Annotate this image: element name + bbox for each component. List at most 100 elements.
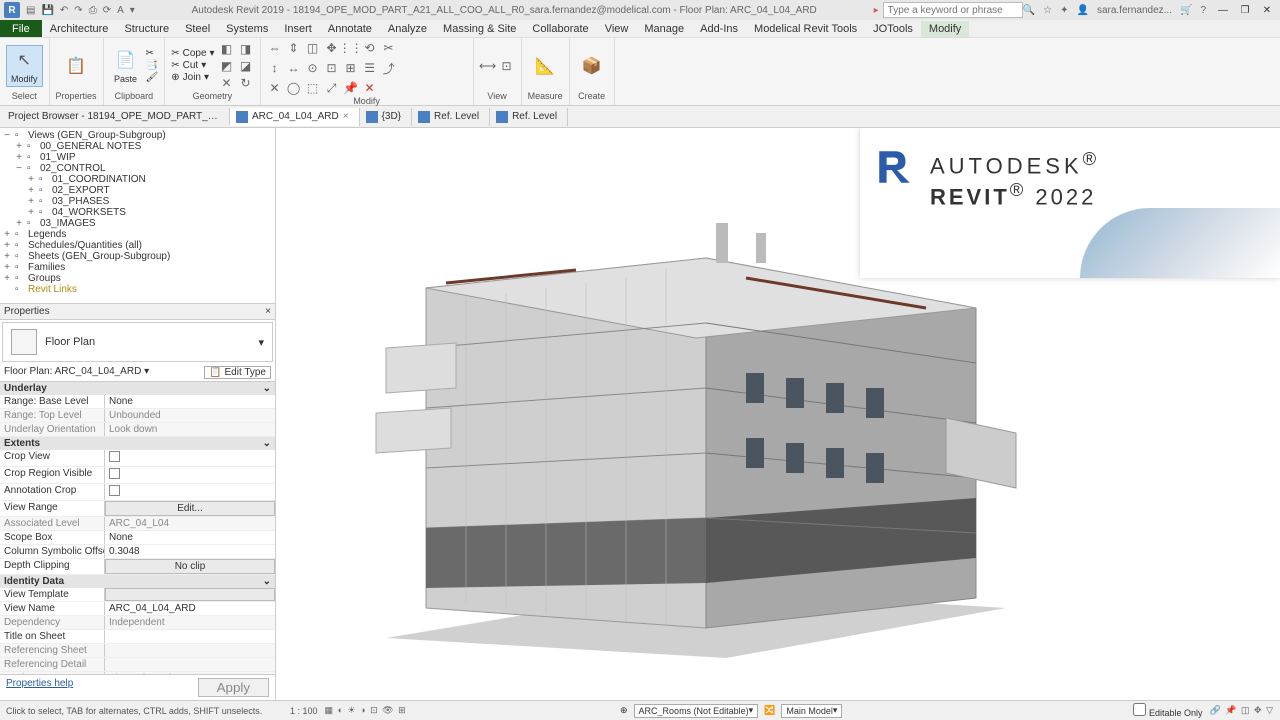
scale-value[interactable]: 1 : 100: [290, 706, 318, 716]
match-button[interactable]: 🖌: [146, 72, 159, 83]
mod-icon-i[interactable]: ◯: [286, 80, 302, 96]
qat-undo-icon[interactable]: ↶: [60, 5, 68, 16]
paste-button[interactable]: 📄Paste: [110, 46, 142, 86]
tree-item[interactable]: +▫01_WIP: [2, 152, 273, 163]
project-browser-tab[interactable]: Project Browser - 18194_OPE_MOD_PART_A21…: [0, 108, 230, 125]
project-browser[interactable]: −▫Views (GEN_Group-Subgroup)+▫00_GENERAL…: [0, 128, 275, 303]
property-group-header[interactable]: Identity Data⌄: [0, 575, 275, 588]
mod-icon-b[interactable]: ↔: [286, 60, 302, 76]
active-workset[interactable]: ARC_Rooms (Not Editable) ▾: [634, 704, 759, 718]
measure-button[interactable]: 📐: [529, 52, 561, 80]
tab-modelical[interactable]: Modelical Revit Tools: [746, 21, 865, 37]
property-row[interactable]: View Template: [0, 588, 275, 602]
tree-item[interactable]: −▫Views (GEN_Group-Subgroup): [2, 130, 273, 141]
select-links-icon[interactable]: 🔗: [1210, 705, 1221, 715]
tab-insert[interactable]: Insert: [276, 21, 320, 37]
property-row[interactable]: Annotation Crop: [0, 484, 275, 501]
qat-open-icon[interactable]: ▤: [26, 5, 35, 16]
qat-redo-icon[interactable]: ↷: [74, 5, 82, 16]
cope-button[interactable]: ✂ Cope ▾: [171, 48, 214, 59]
tree-item[interactable]: ▫Revit Links: [2, 284, 273, 295]
geom-icon-2[interactable]: ◨: [238, 41, 254, 57]
help-icon[interactable]: ?: [1200, 5, 1206, 16]
property-row[interactable]: Title on Sheet: [0, 630, 275, 644]
type-dropdown-icon[interactable]: ▾: [258, 336, 264, 349]
cut-button[interactable]: ✂: [146, 48, 159, 59]
geom-icon-5[interactable]: ✕: [219, 75, 235, 91]
tab-modify[interactable]: Modify: [921, 21, 969, 37]
cart-icon[interactable]: 🛒: [1180, 5, 1192, 16]
tab-manage[interactable]: Manage: [636, 21, 692, 37]
geom-icon-6[interactable]: ↻: [238, 75, 254, 91]
qat-print-icon[interactable]: ⎙: [89, 5, 97, 16]
qat-measure-icon[interactable]: A: [117, 5, 124, 16]
property-row[interactable]: Scope BoxNone: [0, 531, 275, 545]
tab-steel[interactable]: Steel: [177, 21, 218, 37]
create-button[interactable]: 📦: [576, 52, 608, 80]
tab-annotate[interactable]: Annotate: [320, 21, 380, 37]
design-option-icon[interactable]: 🔀: [764, 705, 775, 716]
view-tab-3[interactable]: Ref. Level: [490, 108, 568, 126]
qat-save-icon[interactable]: 💾: [41, 5, 53, 16]
mod-icon-c[interactable]: ⊙: [305, 60, 321, 76]
user-label[interactable]: sara.fernandez...: [1097, 5, 1172, 16]
delete-icon[interactable]: ✕: [362, 80, 378, 96]
search-icon[interactable]: 🔍: [1023, 5, 1035, 16]
maximize-button[interactable]: ❐: [1236, 5, 1254, 16]
qat-sync-icon[interactable]: ⟳: [103, 5, 111, 16]
mod-icon-h[interactable]: ✕: [267, 80, 283, 96]
vc-crop-icon[interactable]: ⊡: [370, 705, 378, 715]
mirror-icon[interactable]: ◫: [305, 40, 321, 56]
tree-item[interactable]: +▫Legends: [2, 229, 273, 240]
properties-button[interactable]: 📋: [60, 52, 92, 80]
pin-icon[interactable]: 📌: [343, 80, 359, 96]
close-button[interactable]: ✕: [1258, 5, 1276, 16]
mod-icon-g[interactable]: ⤴: [381, 60, 397, 76]
tab-addins[interactable]: Add-Ins: [692, 21, 746, 37]
view-tab-0[interactable]: ARC_04_L04_ARD×: [230, 108, 360, 126]
drawing-canvas[interactable]: AUTODESK® REVIT® 2022: [276, 128, 1280, 700]
tree-item[interactable]: +▫Families: [2, 262, 273, 273]
geom-icon-4[interactable]: ◪: [238, 58, 254, 74]
offset-icon[interactable]: ⇕: [286, 40, 302, 56]
tree-item[interactable]: +▫03_IMAGES: [2, 218, 273, 229]
tab-architecture[interactable]: Architecture: [42, 21, 117, 37]
vc-shadow-icon[interactable]: ◑: [360, 705, 365, 715]
trim-icon[interactable]: ✂: [381, 40, 397, 56]
property-row[interactable]: Column Symbolic Offset0.3048: [0, 545, 275, 559]
mod-icon-j[interactable]: ⬚: [305, 80, 321, 96]
app-exchange-icon[interactable]: ✦: [1060, 5, 1068, 16]
tree-item[interactable]: +▫04_WORKSETS: [2, 207, 273, 218]
tab-structure[interactable]: Structure: [116, 21, 177, 37]
tab-massing[interactable]: Massing & Site: [435, 21, 524, 37]
drag-icon[interactable]: ✥: [1254, 705, 1262, 715]
view-tab-1[interactable]: {3D}: [360, 108, 412, 126]
vc-style-icon[interactable]: ◐: [338, 705, 343, 715]
mod-icon-f[interactable]: ☰: [362, 60, 378, 76]
properties-help-link[interactable]: Properties help: [6, 678, 73, 697]
tree-item[interactable]: +▫00_GENERAL NOTES: [2, 141, 273, 152]
keyword-search[interactable]: [883, 2, 1023, 18]
property-row[interactable]: View RangeEdit...: [0, 501, 275, 517]
vc-hide-icon[interactable]: 👁: [382, 705, 393, 715]
property-row[interactable]: Depth ClippingNo clip: [0, 559, 275, 575]
tree-item[interactable]: +▫01_COORDINATION: [2, 174, 273, 185]
property-row[interactable]: View NameARC_04_L04_ARD: [0, 602, 275, 616]
type-selector[interactable]: Floor Plan ▾: [2, 322, 273, 362]
mod-icon-a[interactable]: ↕: [267, 60, 283, 76]
property-row[interactable]: Crop Region Visible: [0, 467, 275, 484]
view-icon-2[interactable]: ⊡: [499, 58, 515, 74]
tab-systems[interactable]: Systems: [218, 21, 276, 37]
signin-icon[interactable]: ☆: [1043, 5, 1052, 16]
view-tab-2[interactable]: Ref. Level: [412, 108, 490, 126]
view-close-icon[interactable]: ×: [343, 111, 349, 122]
user-icon[interactable]: 👤: [1076, 5, 1088, 16]
tab-jotools[interactable]: JOTools: [865, 21, 921, 37]
vc-sun-icon[interactable]: ☀: [348, 705, 356, 715]
instance-selector[interactable]: Floor Plan: ARC_04_L04_ARD ▾: [4, 366, 149, 379]
property-row[interactable]: Range: Base LevelNone: [0, 395, 275, 409]
select-pinned-icon[interactable]: 📌: [1225, 705, 1236, 715]
align-icon[interactable]: ⇔: [267, 40, 283, 56]
move-icon[interactable]: ✥: [324, 40, 340, 56]
tree-item[interactable]: +▫Sheets (GEN_Group-Subgroup): [2, 251, 273, 262]
